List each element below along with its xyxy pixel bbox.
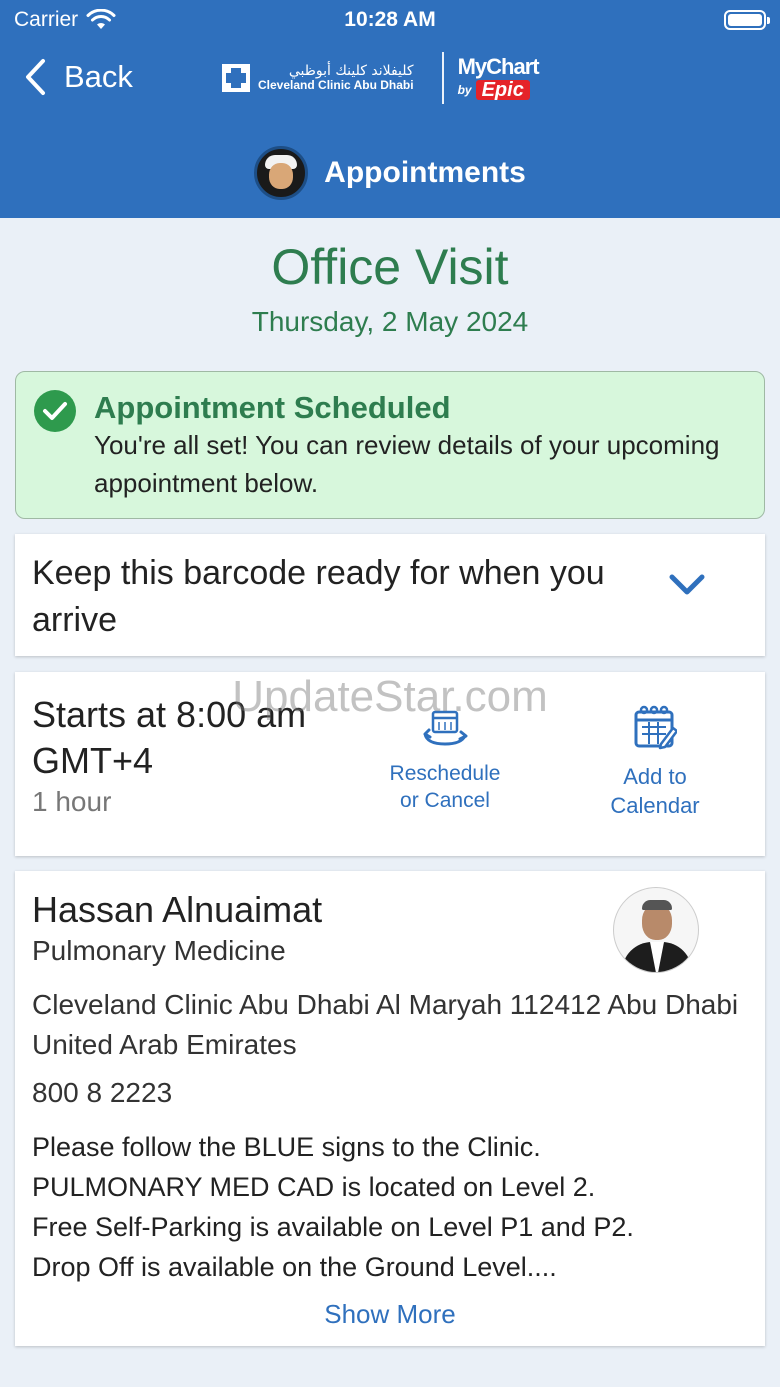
mychart-logo: MyChart by Epic [457,54,540,100]
reschedule-label-2: or Cancel [400,789,490,812]
page-header: Appointments [0,146,780,200]
by-text: by [457,83,472,97]
back-label: Back [64,59,133,94]
provider-photo[interactable] [613,887,699,973]
appointment-scheduled-banner: Appointment Scheduled You're all set! Yo… [15,371,765,519]
mychart-text: MyChart [457,54,540,79]
banner-title: Appointment Scheduled [94,390,451,425]
visit-date: Thursday, 2 May 2024 [251,306,529,337]
barcode-prompt: Keep this barcode ready for when you arr… [32,554,605,639]
reschedule-cancel-button[interactable]: Reschedule or Cancel [375,708,515,814]
status-time: 10:28 AM [344,8,436,31]
calendar-label-1: Add to [623,764,687,789]
reschedule-label-1: Reschedule [389,762,501,785]
banner-body: You're all set! You can review details o… [94,430,720,498]
reschedule-icon [423,710,468,746]
chevron-down-icon [669,574,705,595]
instruction-line: PULMONARY MED CAD is located on Level 2. [32,1172,596,1202]
provider-address: Cleveland Clinic Abu Dhabi Al Maryah 112… [32,989,739,1060]
brand-logos: كليفلاند كلينك أبوظبي Cleveland Clinic A… [222,52,540,104]
instruction-line: Please follow the BLUE signs to the Clin… [32,1132,541,1162]
app-header: Carrier 10:28 AM Back كليفلاند كلينك أبو… [0,0,780,218]
logo-divider [441,52,444,104]
calendar-label-2: Calendar [610,793,700,818]
provider-name: Hassan Alnuaimat [32,889,323,930]
calendar-add-icon [634,705,677,750]
barcode-section[interactable]: Keep this barcode ready for when you arr… [15,534,765,656]
cleveland-clinic-logo: كليفلاند كلينك أبوظبي Cleveland Clinic A… [222,64,414,92]
visit-type-title: Office Visit [271,239,509,295]
cross-icon [222,64,250,92]
timezone-line: GMT+4 [32,740,154,781]
checkmark-icon [34,390,76,432]
show-more-link[interactable]: Show More [15,1299,765,1330]
provider-card: Hassan Alnuaimat Pulmonary Medicine Clev… [15,871,765,1346]
instruction-line: Free Self-Parking is available on Level … [32,1212,634,1242]
chevron-left-icon [26,59,45,95]
battery-icon [724,10,770,30]
user-avatar[interactable] [254,146,309,200]
logo-english-text: Cleveland Clinic Abu Dhabi [258,78,414,93]
provider-specialty: Pulmonary Medicine [32,935,286,966]
page-title: Appointments [324,156,526,189]
start-time-line: Starts at 8:00 am [32,694,307,735]
start-time: Starts at 8:00 am GMT+4 [32,692,306,784]
back-button[interactable]: Back [24,58,133,96]
arrival-instructions: Please follow the BLUE signs to the Clin… [32,1127,752,1287]
instruction-line: Drop Off is available on the Ground Leve… [32,1252,557,1282]
appointment-time-card: Starts at 8:00 am GMT+4 1 hour Reschedul… [15,672,765,856]
epic-logo: Epic [475,80,530,100]
provider-phone[interactable]: 800 8 2223 [32,1077,172,1109]
duration: 1 hour [32,786,112,817]
add-to-calendar-button[interactable]: Add to Calendar [590,704,720,820]
status-bar: Carrier 10:28 AM [14,6,770,36]
logo-arabic-text: كليفلاند كلينك أبوظبي [288,63,414,80]
